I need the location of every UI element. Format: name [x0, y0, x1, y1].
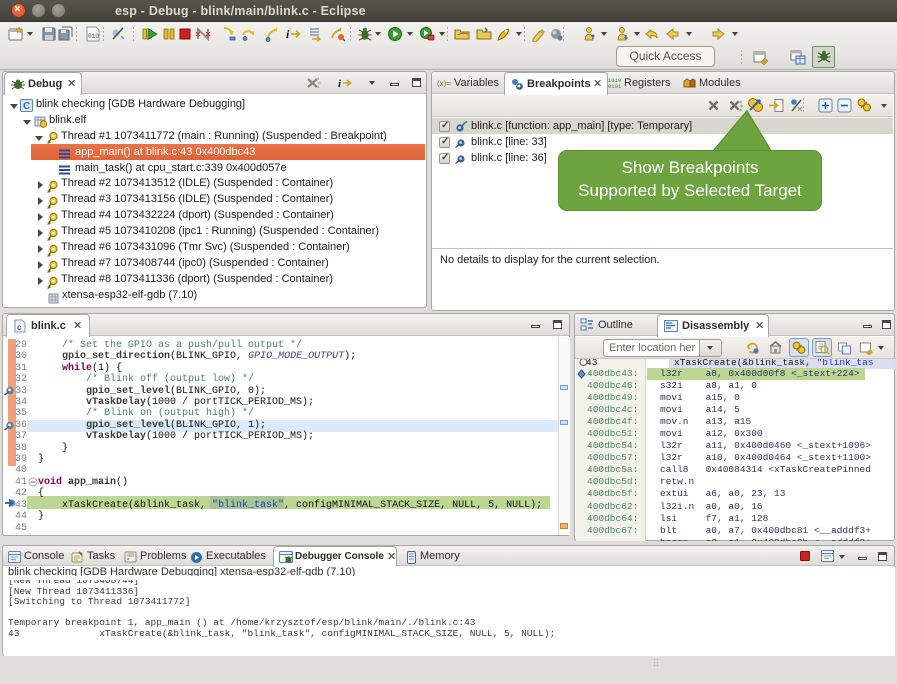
svg-text:c: c	[17, 323, 22, 332]
svg-text:C: C	[23, 101, 30, 112]
svg-text:i: i	[286, 27, 290, 41]
svg-text:0101: 0101	[608, 83, 622, 90]
svg-text:(x)=: (x)=	[437, 79, 451, 88]
svg-text:010: 010	[88, 33, 99, 40]
svg-text:i: i	[338, 78, 342, 90]
